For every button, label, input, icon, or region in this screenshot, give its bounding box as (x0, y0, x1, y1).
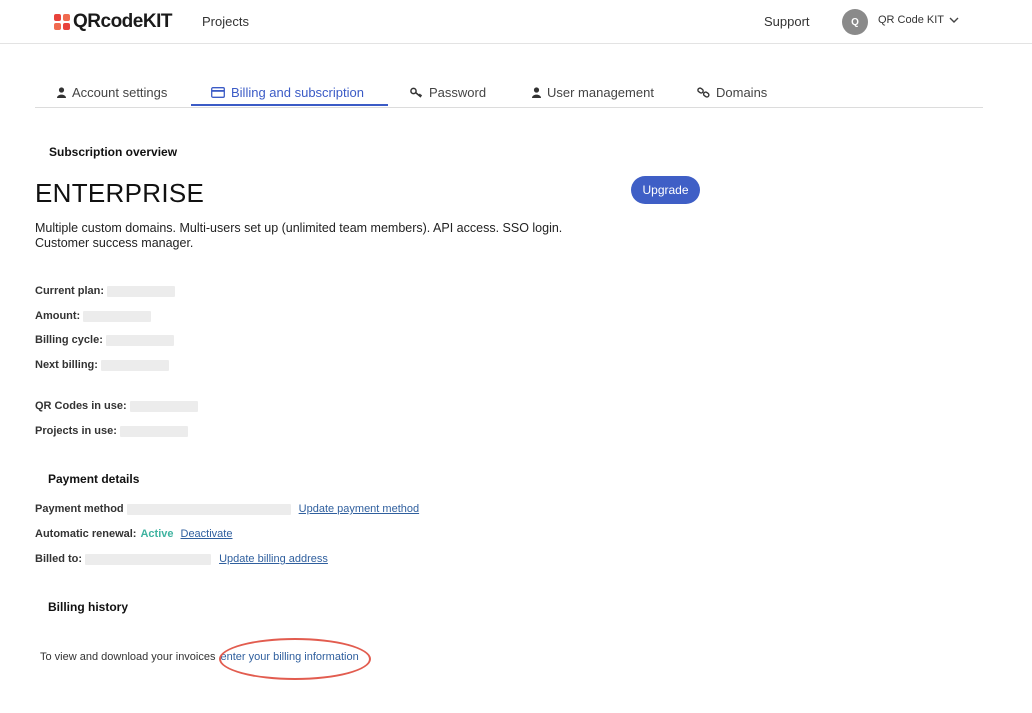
payment-method-label: Payment method (35, 503, 124, 515)
account-name[interactable]: QR Code KIT (878, 14, 944, 26)
credit-card-icon (211, 86, 225, 98)
subscription-overview-heading: Subscription overview (49, 145, 178, 159)
upgrade-button[interactable]: Upgrade (631, 176, 700, 204)
qr-codes-row: QR Codes in use: (35, 400, 198, 412)
logo-mark-icon (54, 14, 70, 30)
tab-label: Domains (716, 84, 768, 100)
redacted-value (107, 285, 176, 297)
payment-method-row: Payment method Update payment method (35, 503, 419, 515)
tab-account-settings[interactable]: Account settings (57, 78, 167, 106)
annotation-highlight-oval (219, 638, 371, 680)
next-billing-label: Next billing: (35, 359, 98, 371)
tab-user-management[interactable]: User management (532, 78, 654, 106)
payment-details-heading: Payment details (48, 472, 140, 486)
nav-projects-link[interactable]: Projects (202, 14, 249, 29)
key-icon (410, 87, 423, 98)
tab-label: Billing and subscription (231, 84, 364, 100)
redacted-value (119, 425, 188, 437)
projects-label: Projects in use: (35, 425, 117, 437)
link-icon (697, 86, 710, 98)
plan-name: ENTERPRISE (35, 178, 205, 208)
tab-label: User management (547, 84, 654, 100)
billing-cycle-label: Billing cycle: (35, 334, 103, 346)
redacted-value (83, 310, 152, 322)
current-plan-label: Current plan: (35, 285, 105, 297)
tab-domains[interactable]: Domains (697, 78, 767, 106)
user-icon (532, 86, 541, 98)
current-plan-row: Current plan: (35, 285, 176, 297)
next-billing-row: Next billing: (35, 359, 169, 371)
settings-tabs: Account settings Billing and subscriptio… (35, 78, 983, 108)
avatar[interactable]: Q (842, 9, 868, 35)
billing-cycle-row: Billing cycle: (35, 334, 174, 346)
qr-codes-label: QR Codes in use: (35, 400, 127, 412)
billing-history-text: To view and download your invoices (40, 651, 216, 663)
billed-to-row: Billed to: Update billing address (35, 553, 328, 565)
billing-history-heading: Billing history (48, 600, 129, 614)
chevron-down-icon[interactable] (948, 15, 960, 25)
plan-description: Multiple custom domains. Multi-users set… (35, 221, 563, 250)
redacted-value (126, 503, 291, 515)
top-bar: QRcodeKIT Projects Support Q QR Code KIT (0, 0, 1032, 44)
redacted-value (129, 400, 198, 412)
deactivate-link[interactable]: Deactivate (181, 528, 233, 540)
logo-text: QRcodeKIT (73, 11, 172, 32)
redacted-value (100, 359, 169, 371)
redacted-value (105, 334, 174, 346)
update-payment-method-link[interactable]: Update payment method (299, 503, 419, 515)
billed-to-label: Billed to: (35, 553, 83, 565)
amount-row: Amount: (35, 310, 152, 322)
renewal-status: Active (140, 528, 174, 540)
automatic-renewal-label: Automatic renewal: (35, 528, 137, 540)
nav-support-link[interactable]: Support (764, 14, 810, 29)
redacted-value (85, 553, 212, 565)
active-tab-indicator (191, 104, 388, 106)
tab-password[interactable]: Password (410, 78, 486, 106)
logo[interactable]: QRcodeKIT (54, 11, 172, 32)
tab-billing-and-subscription[interactable]: Billing and subscription (211, 78, 364, 106)
update-billing-address-link[interactable]: Update billing address (219, 553, 328, 565)
tab-label: Account settings (72, 84, 168, 100)
user-icon (57, 86, 66, 98)
automatic-renewal-row: Automatic renewal: Active Deactivate (35, 528, 232, 540)
amount-label: Amount: (35, 310, 81, 322)
tab-label: Password (429, 84, 487, 100)
projects-row: Projects in use: (35, 425, 188, 437)
